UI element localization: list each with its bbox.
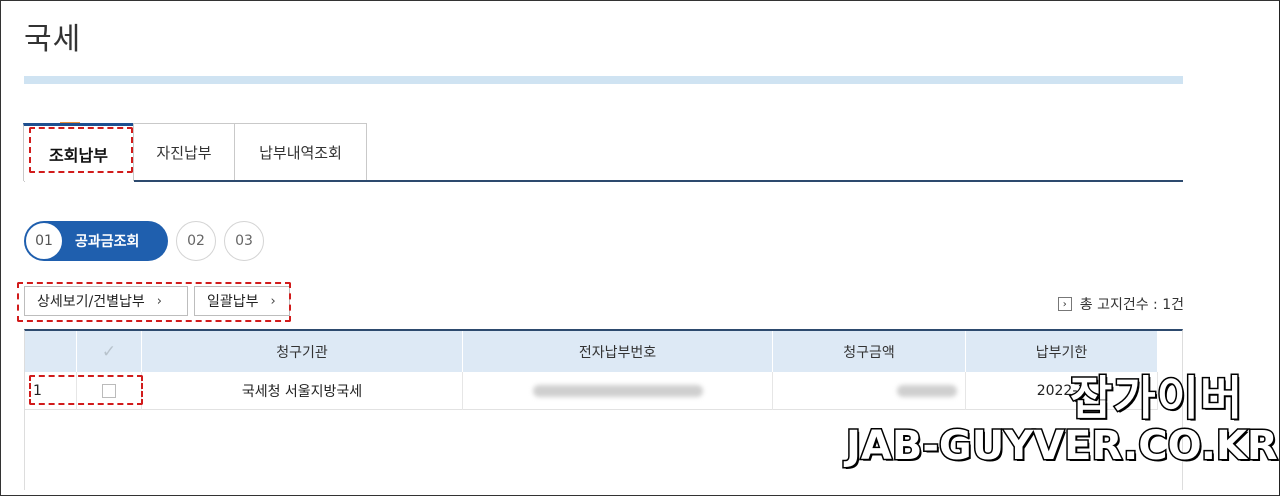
row-amount-blurred bbox=[773, 372, 966, 410]
tab-self-payment[interactable]: 자진납부 bbox=[133, 123, 235, 181]
tab-label: 자진납부 bbox=[156, 144, 212, 162]
highlight-box-row bbox=[29, 375, 143, 405]
highlight-box-tab bbox=[29, 127, 133, 173]
step-1-label: 공과금조회 bbox=[75, 234, 140, 250]
header-amount: 청구금액 bbox=[773, 331, 966, 372]
total-count: › 총 고지건수 : 1건 bbox=[1057, 294, 1184, 314]
row-agency: 국세청 서울지방국세 bbox=[142, 372, 463, 410]
tab-payment-history[interactable]: 납부내역조회 bbox=[234, 123, 367, 181]
header-agency: 청구기관 bbox=[142, 331, 463, 372]
header-row-number bbox=[25, 331, 77, 372]
redacted-value bbox=[897, 385, 957, 397]
total-count-text: 총 고지건수 : 1건 bbox=[1079, 297, 1184, 313]
check-icon: ✓ bbox=[101, 341, 117, 362]
step-2[interactable]: 02 bbox=[176, 221, 216, 261]
header-check-all[interactable]: ✓ bbox=[77, 331, 142, 372]
tab-underline bbox=[134, 180, 1183, 182]
watermark-domain: JAB-GUYVER.CO.KR bbox=[845, 422, 1280, 471]
step-indicator: 01 공과금조회 02 03 bbox=[24, 221, 264, 261]
header-payment-number: 전자납부번호 bbox=[463, 331, 773, 372]
table-row[interactable]: 1 국세청 서울지방국세 2022-1 bbox=[25, 372, 1158, 410]
page-title: 국세 bbox=[24, 22, 82, 57]
arrow-box-icon: › bbox=[1057, 297, 1072, 311]
redacted-value bbox=[532, 385, 703, 397]
row-payment-number-blurred bbox=[463, 372, 773, 410]
tab-label: 납부내역조회 bbox=[259, 144, 342, 162]
title-divider bbox=[24, 76, 1183, 84]
highlight-box-buttons bbox=[17, 282, 291, 322]
watermark-korean: 잡가이버 bbox=[1068, 370, 1244, 427]
step-3[interactable]: 03 bbox=[224, 221, 264, 261]
table-header: ✓ 청구기관 전자납부번호 청구금액 납부기한 bbox=[25, 331, 1158, 372]
step-1-number: 01 bbox=[25, 222, 63, 260]
step-1-active[interactable]: 01 공과금조회 bbox=[24, 221, 168, 261]
